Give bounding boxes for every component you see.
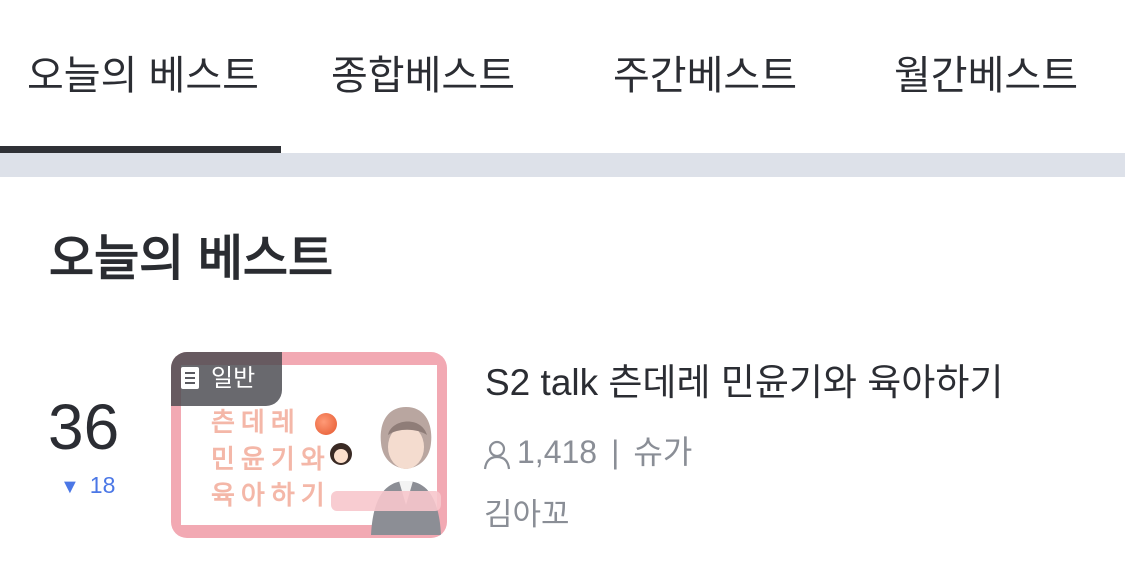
document-icon bbox=[181, 367, 199, 389]
story-meta: 1,418 | 슈가 bbox=[483, 430, 692, 474]
rank-change: ▼ 18 bbox=[60, 470, 115, 502]
girl-emoji-icon bbox=[330, 443, 352, 465]
genre-label[interactable]: 슈가 bbox=[633, 434, 692, 470]
character-illustration bbox=[371, 407, 441, 535]
tab-weekly-best[interactable]: 주간베스트 bbox=[613, 46, 797, 106]
thumbnail-text-line-2: 민윤기와 bbox=[211, 444, 331, 474]
story-title[interactable]: S2 talk 츤데레 민윤기와 육아하기 bbox=[485, 360, 1003, 406]
section-title: 오늘의 베스트 bbox=[49, 232, 334, 286]
peach-emoji-icon bbox=[315, 413, 337, 435]
tab-bar: 오늘의 베스트 종합베스트 주간베스트 월간베스트 bbox=[0, 0, 1125, 153]
thumbnail-brush-stroke bbox=[331, 491, 441, 511]
thumbnail-text-line-3: 육아하기 bbox=[211, 480, 331, 510]
rank-number: 36 bbox=[48, 391, 120, 463]
view-count: 1,418 bbox=[517, 434, 598, 470]
section-divider bbox=[0, 153, 1125, 177]
tab-today-best[interactable]: 오늘의 베스트 bbox=[27, 46, 259, 106]
tab-overall-best[interactable]: 종합베스트 bbox=[331, 46, 515, 106]
thumbnail-text-line-1: 츤데레 bbox=[211, 407, 301, 437]
rank-down-arrow-icon: ▼ bbox=[60, 476, 80, 498]
meta-separator: | bbox=[611, 434, 620, 470]
active-tab-indicator bbox=[0, 146, 281, 153]
tab-monthly-best[interactable]: 월간베스트 bbox=[894, 46, 1078, 106]
rank-change-value: 18 bbox=[89, 472, 116, 498]
category-badge-label: 일반 bbox=[211, 365, 256, 392]
author-name[interactable]: 김아꼬 bbox=[484, 493, 570, 537]
category-badge: 일반 bbox=[171, 352, 282, 406]
user-icon bbox=[483, 440, 511, 469]
